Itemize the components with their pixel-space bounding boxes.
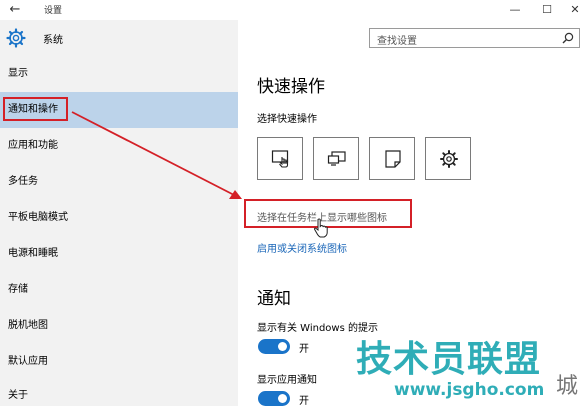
watermark: 技术员联盟 www.jsgho.com 城 [356,330,586,406]
app-notifications-state: 开 [299,396,309,406]
title-bar: ← 设置 — ☐ ✕ [0,0,588,20]
sidebar-item-display[interactable]: 显示 [0,56,238,92]
notifications-heading: 通知 [257,289,291,309]
system-icons-link[interactable]: 启用或关闭系统图标 [257,240,347,255]
connect-icon [327,151,346,166]
windows-tips-label: 显示有关 Windows 的提示 [257,323,378,334]
sidebar-item-offline-maps[interactable]: 脱机地图 [0,308,238,344]
sidebar-item-notifications[interactable]: 通知和操作 [0,92,238,128]
toggle-knob [278,394,287,403]
windows-tips-state: 开 [299,344,309,355]
search-input[interactable]: 查找设置 [369,28,580,48]
choose-quick-actions-label: 选择快速操作 [257,114,317,125]
quick-action-tile-connect[interactable] [313,137,359,180]
back-arrow-icon[interactable]: ← [6,2,24,18]
sidebar-item-power[interactable]: 电源和睡眠 [0,236,238,272]
quick-actions-heading: 快速操作 [257,77,325,97]
sidebar-title: 系统 [43,35,63,46]
toggle-knob [278,342,287,351]
search-icon[interactable] [562,32,574,44]
windows-tips-toggle[interactable] [258,339,290,354]
quick-action-tile-tablet[interactable] [257,137,303,180]
sidebar-item-default-apps[interactable]: 默认应用 [0,344,238,380]
gear-icon [6,28,26,48]
hand-cursor-icon [314,218,328,238]
sidebar-item-apps[interactable]: 应用和功能 [0,128,238,164]
watermark-small-text: 城 [556,374,579,399]
sidebar-item-multitasking[interactable]: 多任务 [0,164,238,200]
sidebar-header: 系统 [0,28,238,50]
tablet-mode-icon [271,150,289,168]
quick-action-tile-settings[interactable] [425,137,471,180]
close-button[interactable]: ✕ [560,1,588,18]
note-icon [385,150,401,168]
sidebar-item-storage[interactable]: 存储 [0,272,238,308]
window-title: 设置 [44,6,63,16]
all-settings-icon [440,150,458,168]
search-placeholder: 查找设置 [377,36,417,47]
sidebar-item-tablet-mode[interactable]: 平板电脑模式 [0,200,238,236]
quick-action-tile-note[interactable] [369,137,415,180]
minimize-button[interactable]: — [500,1,530,18]
watermark-url: www.jsgho.com [394,380,545,400]
maximize-button[interactable]: ☐ [532,1,562,18]
sidebar-item-about[interactable]: 关于 [0,378,238,406]
sidebar: 系统 显示 通知和操作 应用和功能 多任务 平板电脑模式 电源和睡眠 存储 脱机… [0,20,238,406]
watermark-text: 技术员联盟 [356,339,542,380]
app-notifications-label: 显示应用通知 [257,375,317,386]
app-notifications-toggle[interactable] [258,391,290,406]
